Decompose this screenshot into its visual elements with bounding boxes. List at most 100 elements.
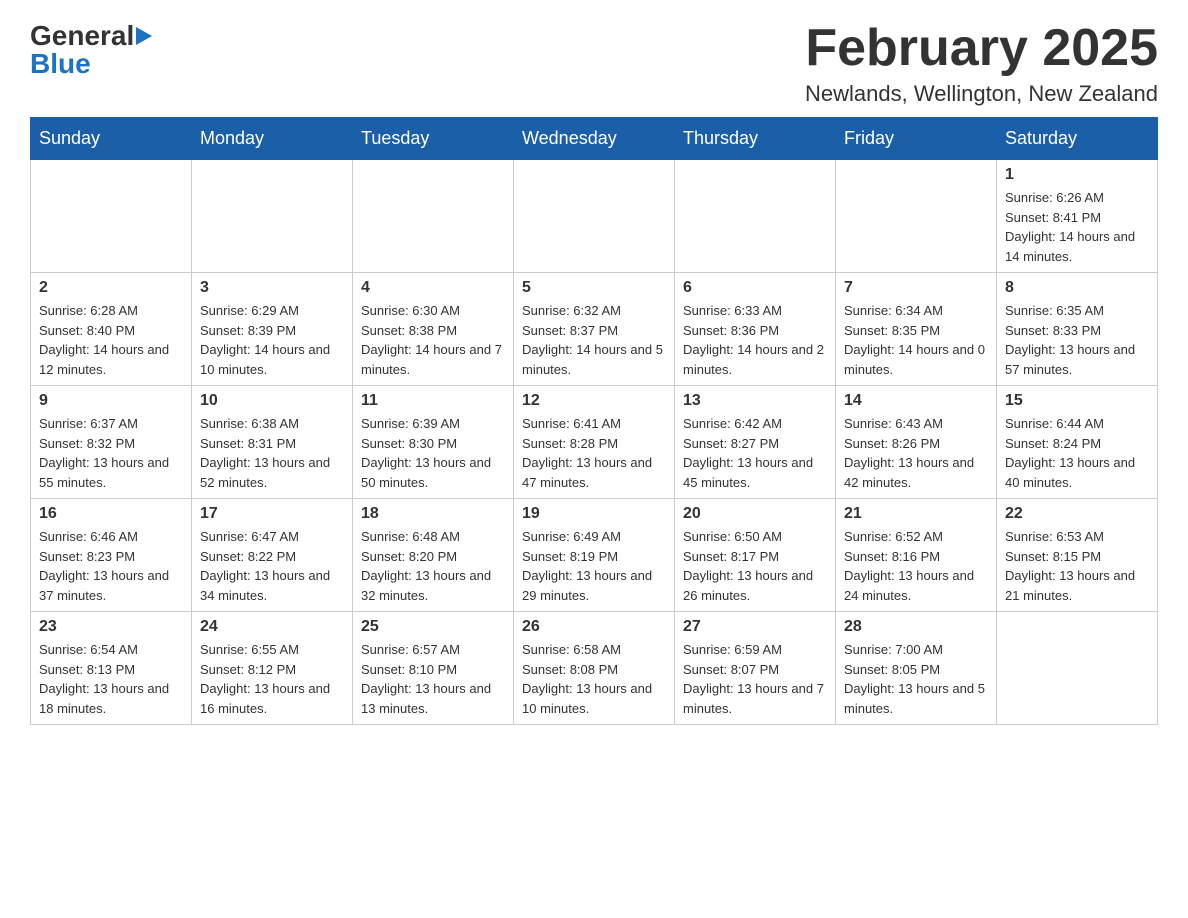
calendar-header-friday: Friday (836, 118, 997, 160)
day-number: 7 (844, 279, 988, 297)
day-info: Sunrise: 6:43 AMSunset: 8:26 PMDaylight:… (844, 414, 988, 492)
day-info: Sunrise: 6:47 AMSunset: 8:22 PMDaylight:… (200, 527, 344, 605)
calendar-cell: 28Sunrise: 7:00 AMSunset: 8:05 PMDayligh… (836, 612, 997, 725)
calendar-week-row: 23Sunrise: 6:54 AMSunset: 8:13 PMDayligh… (31, 612, 1158, 725)
day-info: Sunrise: 6:50 AMSunset: 8:17 PMDaylight:… (683, 527, 827, 605)
day-info: Sunrise: 6:48 AMSunset: 8:20 PMDaylight:… (361, 527, 505, 605)
day-info: Sunrise: 6:29 AMSunset: 8:39 PMDaylight:… (200, 301, 344, 379)
day-info: Sunrise: 6:57 AMSunset: 8:10 PMDaylight:… (361, 640, 505, 718)
calendar-cell: 18 Sunrise: 6:48 AMSunset: 8:20 PMDayligh… (353, 499, 514, 612)
title-area: February 2025 Newlands, Wellington, New … (805, 20, 1158, 107)
day-info: Sunrise: 6:58 AMSunset: 8:08 PMDaylight:… (522, 640, 666, 718)
day-info: Sunrise: 6:26 AMSunset: 8:41 PMDaylight:… (1005, 188, 1149, 266)
calendar-cell: 6 Sunrise: 6:33 AMSunset: 8:36 PMDaylight… (675, 273, 836, 386)
day-number: 4 (361, 279, 505, 297)
day-number: 27 (683, 618, 827, 636)
day-info: Sunrise: 6:53 AMSunset: 8:15 PMDaylight:… (1005, 527, 1149, 605)
calendar-cell: 8 Sunrise: 6:35 AMSunset: 8:33 PMDaylight… (997, 273, 1158, 386)
calendar-cell: 4 Sunrise: 6:30 AMSunset: 8:38 PMDaylight… (353, 273, 514, 386)
calendar-week-row: 9 Sunrise: 6:37 AMSunset: 8:32 PMDaylight… (31, 386, 1158, 499)
calendar-cell (353, 160, 514, 273)
calendar-cell: 20Sunrise: 6:50 AMSunset: 8:17 PMDayligh… (675, 499, 836, 612)
calendar-cell (192, 160, 353, 273)
day-number: 23 (39, 618, 183, 636)
calendar-header-sunday: Sunday (31, 118, 192, 160)
day-info: Sunrise: 6:42 AMSunset: 8:27 PMDaylight:… (683, 414, 827, 492)
day-info: Sunrise: 6:46 AMSunset: 8:23 PMDaylight:… (39, 527, 183, 605)
calendar-cell: 25 Sunrise: 6:57 AMSunset: 8:10 PMDayligh… (353, 612, 514, 725)
calendar-cell: 16 Sunrise: 6:46 AMSunset: 8:23 PMDayligh… (31, 499, 192, 612)
calendar-cell: 9 Sunrise: 6:37 AMSunset: 8:32 PMDaylight… (31, 386, 192, 499)
calendar-cell: 23Sunrise: 6:54 AMSunset: 8:13 PMDayligh… (31, 612, 192, 725)
day-info: Sunrise: 6:38 AMSunset: 8:31 PMDaylight:… (200, 414, 344, 492)
day-number: 26 (522, 618, 666, 636)
calendar-table: SundayMondayTuesdayWednesdayThursdayFrid… (30, 117, 1158, 725)
day-number: 24 (200, 618, 344, 636)
calendar-cell (675, 160, 836, 273)
day-info: Sunrise: 6:41 AMSunset: 8:28 PMDaylight:… (522, 414, 666, 492)
calendar-week-row: 2Sunrise: 6:28 AMSunset: 8:40 PMDaylight… (31, 273, 1158, 386)
logo-blue: Blue (30, 48, 91, 80)
day-number: 22 (1005, 505, 1149, 523)
day-info: Sunrise: 6:32 AMSunset: 8:37 PMDaylight:… (522, 301, 666, 379)
calendar-cell (31, 160, 192, 273)
calendar-header-saturday: Saturday (997, 118, 1158, 160)
day-number: 5 (522, 279, 666, 297)
day-number: 15 (1005, 392, 1149, 410)
day-number: 6 (683, 279, 827, 297)
day-number: 12 (522, 392, 666, 410)
calendar-cell: 7 Sunrise: 6:34 AMSunset: 8:35 PMDaylight… (836, 273, 997, 386)
calendar-cell: 1 Sunrise: 6:26 AMSunset: 8:41 PMDaylight… (997, 160, 1158, 273)
day-number: 19 (522, 505, 666, 523)
page-header: General Blue February 2025 Newlands, Wel… (30, 20, 1158, 107)
calendar-cell: 15 Sunrise: 6:44 AMSunset: 8:24 PMDayligh… (997, 386, 1158, 499)
calendar-cell: 22 Sunrise: 6:53 AMSunset: 8:15 PMDayligh… (997, 499, 1158, 612)
day-number: 3 (200, 279, 344, 297)
calendar-cell: 17 Sunrise: 6:47 AMSunset: 8:22 PMDayligh… (192, 499, 353, 612)
calendar-cell: 2Sunrise: 6:28 AMSunset: 8:40 PMDaylight… (31, 273, 192, 386)
day-info: Sunrise: 6:28 AMSunset: 8:40 PMDaylight:… (39, 301, 183, 379)
day-number: 16 (39, 505, 183, 523)
calendar-header-wednesday: Wednesday (514, 118, 675, 160)
calendar-subtitle: Newlands, Wellington, New Zealand (805, 81, 1158, 107)
day-number: 10 (200, 392, 344, 410)
day-info: Sunrise: 6:34 AMSunset: 8:35 PMDaylight:… (844, 301, 988, 379)
day-info: Sunrise: 7:00 AMSunset: 8:05 PMDaylight:… (844, 640, 988, 718)
calendar-cell: 13 Sunrise: 6:42 AMSunset: 8:27 PMDayligh… (675, 386, 836, 499)
day-number: 11 (361, 392, 505, 410)
calendar-cell: 26 Sunrise: 6:58 AMSunset: 8:08 PMDayligh… (514, 612, 675, 725)
calendar-header-monday: Monday (192, 118, 353, 160)
calendar-cell: 19Sunrise: 6:49 AMSunset: 8:19 PMDayligh… (514, 499, 675, 612)
day-number: 9 (39, 392, 183, 410)
day-number: 14 (844, 392, 988, 410)
calendar-week-row: 16 Sunrise: 6:46 AMSunset: 8:23 PMDayligh… (31, 499, 1158, 612)
day-number: 8 (1005, 279, 1149, 297)
day-number: 21 (844, 505, 988, 523)
calendar-week-row: 1 Sunrise: 6:26 AMSunset: 8:41 PMDaylight… (31, 160, 1158, 273)
day-info: Sunrise: 6:33 AMSunset: 8:36 PMDaylight:… (683, 301, 827, 379)
calendar-cell: 24Sunrise: 6:55 AMSunset: 8:12 PMDayligh… (192, 612, 353, 725)
calendar-cell (836, 160, 997, 273)
calendar-cell: 27Sunrise: 6:59 AMSunset: 8:07 PMDayligh… (675, 612, 836, 725)
day-number: 25 (361, 618, 505, 636)
calendar-header-tuesday: Tuesday (353, 118, 514, 160)
calendar-cell: 10 Sunrise: 6:38 AMSunset: 8:31 PMDayligh… (192, 386, 353, 499)
calendar-title: February 2025 (805, 20, 1158, 77)
calendar-cell: 21Sunrise: 6:52 AMSunset: 8:16 PMDayligh… (836, 499, 997, 612)
calendar-cell: 3 Sunrise: 6:29 AMSunset: 8:39 PMDaylight… (192, 273, 353, 386)
calendar-header-row: SundayMondayTuesdayWednesdayThursdayFrid… (31, 118, 1158, 160)
calendar-cell: 14 Sunrise: 6:43 AMSunset: 8:26 PMDayligh… (836, 386, 997, 499)
day-info: Sunrise: 6:37 AMSunset: 8:32 PMDaylight:… (39, 414, 183, 492)
day-info: Sunrise: 6:44 AMSunset: 8:24 PMDaylight:… (1005, 414, 1149, 492)
day-info: Sunrise: 6:39 AMSunset: 8:30 PMDaylight:… (361, 414, 505, 492)
calendar-cell: 5 Sunrise: 6:32 AMSunset: 8:37 PMDaylight… (514, 273, 675, 386)
day-number: 17 (200, 505, 344, 523)
calendar-cell: 11 Sunrise: 6:39 AMSunset: 8:30 PMDayligh… (353, 386, 514, 499)
day-number: 1 (1005, 166, 1149, 184)
calendar-header-thursday: Thursday (675, 118, 836, 160)
day-info: Sunrise: 6:35 AMSunset: 8:33 PMDaylight:… (1005, 301, 1149, 379)
logo-arrow-icon (136, 20, 152, 52)
day-number: 13 (683, 392, 827, 410)
day-info: Sunrise: 6:30 AMSunset: 8:38 PMDaylight:… (361, 301, 505, 379)
day-number: 18 (361, 505, 505, 523)
